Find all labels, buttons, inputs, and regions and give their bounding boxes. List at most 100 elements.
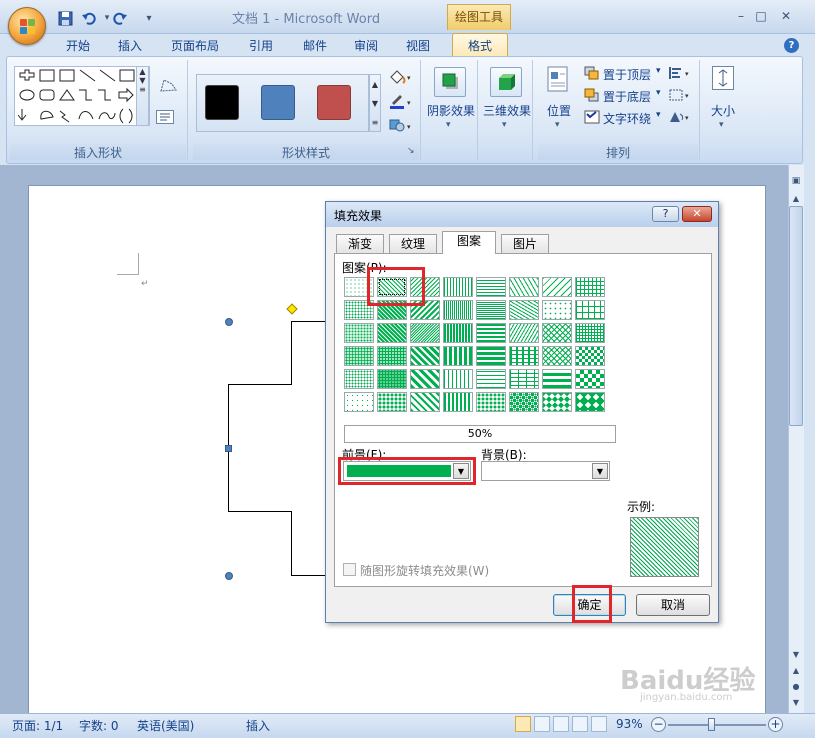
pattern-swatch[interactable] [509,346,539,366]
select-browse-object-icon[interactable]: ● [790,682,802,694]
pattern-swatch[interactable] [443,346,473,366]
position-label[interactable]: 位置 [540,102,578,119]
dialog-launcher-icon[interactable]: ↘ [407,146,415,156]
previous-page-icon[interactable]: ▲ [790,666,802,678]
help-icon[interactable]: ? [784,38,799,53]
pattern-swatch[interactable] [443,300,473,320]
shapes-gallery-scroll[interactable]: ▲ ▼ ≡ [136,66,149,126]
pattern-swatch[interactable] [542,277,572,297]
outline-view-icon[interactable] [572,716,588,732]
zoom-in-button[interactable]: + [768,717,783,732]
shape-fill-icon[interactable]: ▾ [388,68,414,86]
3d-effects-icon[interactable] [490,67,522,97]
tab-page-layout[interactable]: 页面布局 [163,36,227,56]
pattern-swatch[interactable] [542,369,572,389]
ruler-toggle-icon[interactable]: ▣ [790,176,802,188]
pattern-swatch[interactable] [476,300,506,320]
edit-shape-icon[interactable] [158,76,180,94]
bring-to-front-icon[interactable] [584,66,600,80]
pattern-swatch[interactable] [377,369,407,389]
pattern-swatch[interactable] [575,300,605,320]
tab-review[interactable]: 审阅 [346,36,386,56]
send-to-back-label[interactable]: 置于底层 [603,88,651,105]
insert-mode[interactable]: 插入 [246,717,270,734]
tab-references[interactable]: 引用 [241,36,281,56]
background-color-dropdown[interactable]: ▼ [481,461,610,481]
pattern-swatch[interactable] [344,346,374,366]
dialog-help-button[interactable]: ? [652,206,679,222]
style-swatch-1[interactable] [205,85,239,120]
draft-view-icon[interactable] [591,716,607,732]
maximize-button[interactable]: □ [752,8,770,24]
size-icon[interactable] [712,66,734,90]
office-button[interactable] [8,7,46,45]
pattern-swatch[interactable] [575,392,605,412]
pattern-swatch[interactable] [344,392,374,412]
resize-handle[interactable] [225,445,232,452]
scroll-up-icon[interactable]: ▲ [790,194,802,206]
cancel-button[interactable]: 取消 [636,594,710,616]
bring-to-front-label[interactable]: 置于顶层 [603,66,651,83]
zoom-slider-thumb[interactable] [708,718,715,731]
pattern-swatch[interactable] [410,346,440,366]
pattern-swatch[interactable] [542,392,572,412]
align-icon[interactable]: ▾ [668,66,692,80]
redo-icon[interactable] [110,9,128,27]
shapes-gallery[interactable] [14,66,150,126]
customize-qat-icon[interactable]: ▾ [140,9,158,27]
position-icon[interactable] [545,66,571,94]
pattern-swatch[interactable] [410,369,440,389]
tab-insert[interactable]: 插入 [110,36,150,56]
3d-effects-label[interactable]: 三维效果 [482,102,532,119]
pattern-swatch[interactable] [476,346,506,366]
change-shape-icon[interactable]: ▾ [388,117,414,135]
style-swatch-2[interactable] [261,85,295,120]
pattern-swatch[interactable] [443,277,473,297]
pattern-swatch[interactable] [575,369,605,389]
text-wrap-label[interactable]: 文字环绕 [603,110,651,127]
tab-texture[interactable]: 纹理 [389,234,437,254]
undo-icon[interactable] [80,9,98,27]
pattern-swatch[interactable] [509,369,539,389]
tab-gradient[interactable]: 渐变 [336,234,384,254]
group-icon[interactable]: ▾ [668,88,692,102]
close-button[interactable]: ✕ [777,8,795,24]
tab-format[interactable]: 格式 [455,36,505,56]
shape-styles-scroll[interactable]: ▲ ▼ ≡ [369,74,381,132]
word-count[interactable]: 字数: 0 [79,717,119,734]
send-to-back-icon[interactable] [584,88,600,102]
full-screen-reading-icon[interactable] [534,716,550,732]
tab-mailings[interactable]: 邮件 [295,36,335,56]
pattern-swatch[interactable] [443,392,473,412]
tab-pattern[interactable]: 图案 [442,231,496,254]
pattern-swatch[interactable] [575,277,605,297]
style-swatch-3[interactable] [317,85,351,120]
next-page-icon[interactable]: ▼ [790,698,802,710]
text-box-icon[interactable] [156,110,174,124]
zoom-out-button[interactable]: − [651,717,666,732]
language-indicator[interactable]: 英语(美国) [137,717,194,734]
pattern-swatch[interactable] [476,369,506,389]
shadow-effects-icon[interactable] [434,67,466,97]
pattern-swatch[interactable] [509,277,539,297]
pattern-swatch[interactable] [443,323,473,343]
pattern-swatch[interactable] [542,300,572,320]
pattern-swatch[interactable] [377,323,407,343]
rotate-icon[interactable]: ▾ [668,110,692,124]
rotate-with-shape-checkbox[interactable] [343,563,356,576]
page-count[interactable]: 页面: 1/1 [12,717,63,734]
scroll-down-icon[interactable]: ▼ [790,650,802,662]
tab-home[interactable]: 开始 [58,36,98,56]
shadow-effects-label[interactable]: 阴影效果 [426,102,476,119]
web-layout-icon[interactable] [553,716,569,732]
pattern-swatch[interactable] [575,323,605,343]
text-wrap-icon[interactable] [584,110,600,124]
scroll-thumb[interactable] [789,206,803,426]
print-layout-view-icon[interactable] [515,716,531,732]
pattern-swatch[interactable] [344,323,374,343]
pattern-swatch[interactable] [509,323,539,343]
pattern-swatch[interactable] [377,346,407,366]
dialog-close-button[interactable]: ✕ [682,206,712,222]
pattern-swatch[interactable] [509,392,539,412]
pattern-swatch[interactable] [443,369,473,389]
